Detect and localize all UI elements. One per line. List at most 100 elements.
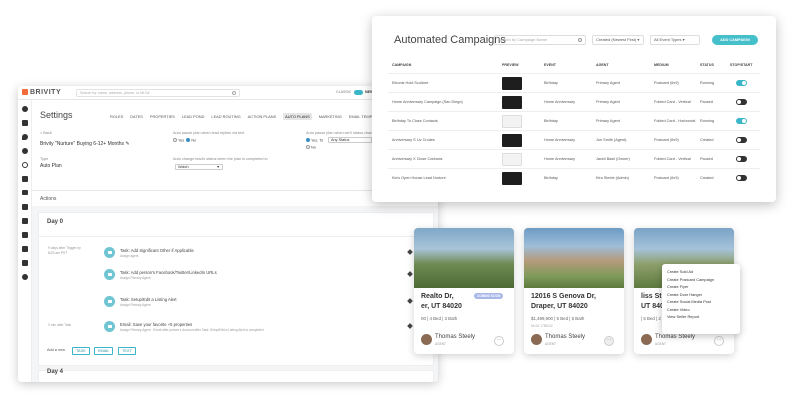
back-link[interactable]: < Back	[40, 131, 52, 135]
global-search-input[interactable]: Search by: name, address, phone, or MLS#	[76, 89, 240, 97]
more-options-button[interactable]: ···	[604, 336, 614, 346]
campaign-preview-thumbnail[interactable]	[502, 171, 522, 185]
classic-new-toggle[interactable]	[354, 89, 363, 95]
column-header-agent[interactable]: AGENT	[596, 63, 609, 67]
home-icon[interactable]	[22, 176, 28, 182]
table-row[interactable]: Home Anniversary Campaign (San Diego) Ho…	[388, 92, 760, 111]
brand-logo[interactable]: BRIVITY	[22, 89, 61, 96]
megaphone-icon[interactable]	[22, 232, 28, 238]
table-row[interactable]: Anniversary X Close Contacts Home Annive…	[388, 149, 760, 168]
campaign-search-input[interactable]: Search by Campaign Name	[494, 35, 586, 45]
add-campaign-button[interactable]: ADD CAMPAIGN	[712, 35, 758, 45]
stop-start-toggle[interactable]	[736, 99, 747, 105]
sort-select[interactable]: Created (Newest First) ▾	[592, 35, 644, 45]
stop-start-toggle[interactable]	[736, 137, 747, 143]
campaign-medium: Postcard (6x9)	[654, 138, 679, 142]
column-header-campaign[interactable]: CAMPAIGN	[392, 63, 411, 67]
tab-lead-routing[interactable]: LEAD ROUTING	[211, 114, 240, 119]
column-header-event[interactable]: EVENT	[544, 63, 556, 67]
apps-icon[interactable]	[22, 260, 28, 266]
stop-start-toggle[interactable]	[736, 80, 747, 86]
campaign-agent: Jon Smith (Agent)	[596, 138, 627, 142]
task-timing: 9 days after Trigger by 8/23 am PST	[48, 246, 81, 255]
chart-icon[interactable]	[22, 218, 28, 224]
more-options-button[interactable]: ···	[494, 336, 504, 346]
table-row[interactable]: Anniversary S Liv Crodes Home Anniversar…	[388, 130, 760, 149]
task-title[interactable]: Task: Add Significant Other if Applicabl…	[120, 248, 194, 253]
add-email-button[interactable]: EMAIL	[94, 347, 114, 355]
campaign-preview-thumbnail[interactable]	[502, 76, 522, 90]
campaign-name[interactable]: Anniversary X Close Contacts	[392, 157, 442, 161]
tab-properties[interactable]: PROPERTIES	[150, 114, 175, 119]
table-row[interactable]: Kia's Open House Lead Nurture Birthday K…	[388, 168, 760, 187]
menu-item-create-postcard-campaign[interactable]: Create Postcard Campaign	[662, 277, 740, 285]
agent-name: Thomas Steely	[655, 334, 696, 340]
pause2-yes[interactable]: Yes, To	[306, 138, 323, 143]
menu-item-create-sold-ad[interactable]: Create Sold Ad	[662, 269, 740, 277]
pause-no-radio[interactable]	[186, 138, 191, 142]
day0-heading: Day 0	[47, 219, 64, 225]
tab-marketing[interactable]: MARKETING	[319, 114, 342, 119]
stop-start-toggle[interactable]	[736, 118, 747, 124]
tab-dates[interactable]: DATES	[130, 114, 143, 119]
campaign-agent: Kira Steele (Admin)	[596, 176, 629, 180]
campaign-preview-thumbnail[interactable]	[502, 95, 522, 109]
pencil-icon[interactable]: ✎	[125, 141, 129, 147]
menu-item-create-video[interactable]: Create Video	[662, 307, 740, 315]
people-icon[interactable]	[22, 148, 28, 154]
search-rail-icon[interactable]	[22, 162, 28, 168]
add-task-button[interactable]: TASK	[72, 347, 90, 355]
tab-roles[interactable]: ROLES	[110, 114, 123, 119]
column-header-status[interactable]: STATUS	[700, 63, 714, 67]
campaign-name[interactable]: Kia's Open House Lead Nurture	[392, 176, 446, 180]
menu-item-create-social-media-post[interactable]: Create Social Media Post	[662, 299, 740, 307]
more-options-button[interactable]: ···	[714, 336, 724, 346]
pause2-yes-radio[interactable]	[306, 138, 310, 142]
list-icon[interactable]	[22, 190, 28, 195]
add-text-button[interactable]: TEXT	[118, 347, 136, 355]
pause2-status-select[interactable]: Any Status	[328, 137, 372, 143]
campaign-preview-thumbnail[interactable]	[502, 133, 522, 147]
task-icon	[104, 296, 115, 307]
menu-item-create-flyer[interactable]: Create Flyer	[662, 284, 740, 292]
column-header-medium[interactable]: MEDIUM	[654, 63, 669, 67]
gear-icon[interactable]	[22, 274, 28, 280]
task-title[interactable]: Task: Add person's Facebook/Twitter/Link…	[120, 270, 217, 275]
plan-name[interactable]: Brivity "Nurture" Buying 6-12+ Months ✎	[40, 141, 130, 147]
campaign-event: Birthday	[544, 176, 558, 180]
leads-icon[interactable]	[22, 134, 28, 140]
tab-auto-plans[interactable]: AUTO PLANS	[283, 113, 312, 120]
actions-heading: Actions	[40, 196, 57, 202]
pause-label: Auto pause plan when lead replies via te…	[173, 131, 245, 135]
menu-item-create-door-hanger[interactable]: Create Door Hanger	[662, 292, 740, 300]
tab-lead-pond[interactable]: LEAD POND	[182, 114, 205, 119]
rocket-icon[interactable]	[22, 204, 28, 210]
campaign-preview-thumbnail[interactable]	[502, 152, 522, 166]
event-type-select[interactable]: All Event Types ▾	[650, 35, 700, 45]
property-card[interactable]: COMING SOON Realto Dr, er, UT 84020 00 |…	[414, 228, 514, 354]
task-title[interactable]: Email: Save your favorite +5 properties	[120, 322, 192, 327]
campaign-name[interactable]: Home Anniversary Campaign (San Diego)	[392, 100, 463, 104]
stop-start-toggle[interactable]	[736, 175, 747, 181]
agent-role: AGENT	[655, 342, 666, 346]
inbox-icon[interactable]	[22, 120, 28, 126]
property-actions-menu: Create Sold Ad Create Postcard Campaign …	[662, 264, 740, 334]
task-assignee: Assign Primary Agent	[120, 303, 151, 307]
task-title[interactable]: Task: Setup/Edit a Listing Alert	[120, 297, 177, 302]
dashboard-icon[interactable]	[22, 106, 28, 112]
campaign-name[interactable]: Birthday To Close Contacts	[392, 119, 438, 123]
campaign-name[interactable]: Anniversary S Liv Crodes	[392, 138, 435, 142]
tab-action-plans[interactable]: ACTION PLANS	[248, 114, 277, 119]
calendar-icon[interactable]	[22, 246, 28, 252]
pause-yes-radio[interactable]	[173, 138, 177, 142]
stop-start-toggle[interactable]	[736, 156, 747, 162]
menu-item-view-seller-report[interactable]: View Seller Report	[662, 314, 740, 322]
campaign-name[interactable]: Eleonis Hold Sculture	[392, 81, 428, 85]
campaign-preview-thumbnail[interactable]	[502, 114, 522, 128]
property-card[interactable]: 12016 S Genova Dr, Draper, UT 84020 $1,4…	[524, 228, 624, 354]
table-row[interactable]: Eleonis Hold Sculture Birthday Primary A…	[388, 73, 760, 92]
pause2-no[interactable]: No	[306, 145, 316, 150]
status-select[interactable]: Watch ▾	[175, 164, 223, 170]
table-row[interactable]: Birthday To Close Contacts Birthday Prim…	[388, 111, 760, 130]
pause2-no-radio[interactable]	[306, 145, 310, 149]
